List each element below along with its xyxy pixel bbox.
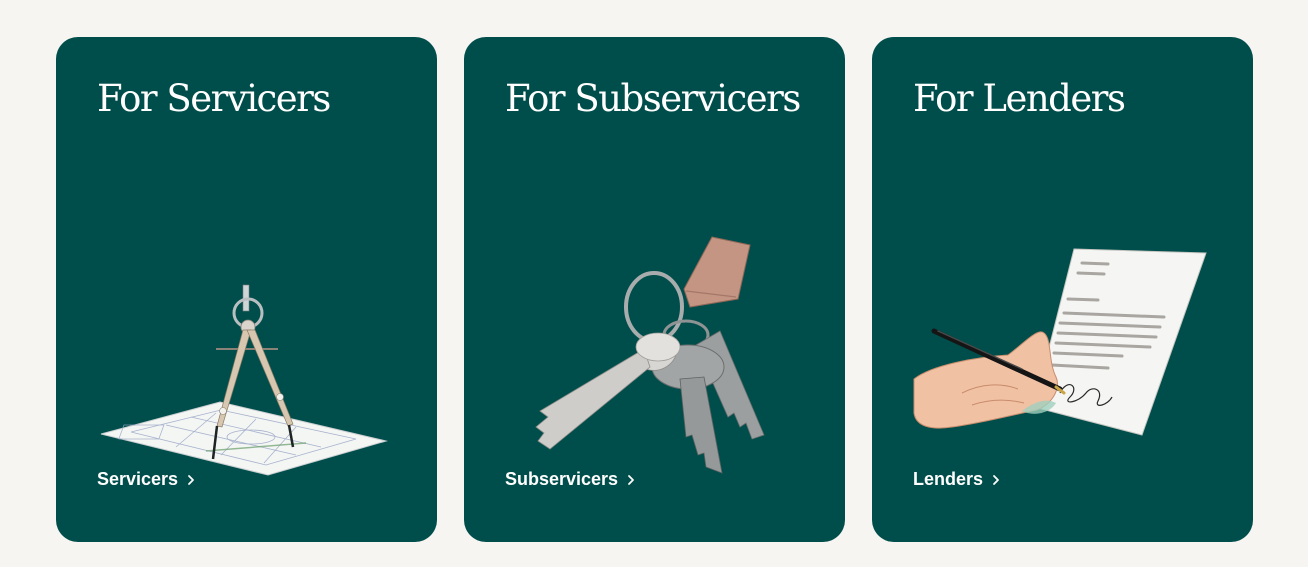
chevron-right-icon [628, 474, 634, 485]
signing-document-icon [913, 248, 1207, 436]
card-servicers[interactable]: For Servicers Servicers [56, 37, 437, 542]
card-grid: For Servicers Servicers For Subservicers… [56, 37, 1253, 542]
keys-icon [535, 236, 765, 474]
card-lenders[interactable]: For Lenders Lenders [872, 37, 1253, 542]
card-subservicers[interactable]: For Subservicers Subservicers [464, 37, 845, 542]
card-title: For Subservicers [505, 77, 801, 120]
card-title: For Lenders [913, 77, 1126, 120]
card-title: For Servicers [97, 77, 331, 120]
lenders-link[interactable]: Lenders [913, 469, 1001, 490]
link-label: Servicers [97, 469, 179, 489]
subservicers-link[interactable]: Subservicers [505, 469, 636, 490]
drafting-compass-icon [100, 284, 388, 476]
chevron-right-icon [188, 474, 194, 485]
link-label: Subservicers [505, 469, 619, 489]
chevron-right-icon [993, 474, 999, 485]
servicers-link[interactable]: Servicers [97, 469, 196, 490]
link-label: Lenders [913, 469, 984, 489]
